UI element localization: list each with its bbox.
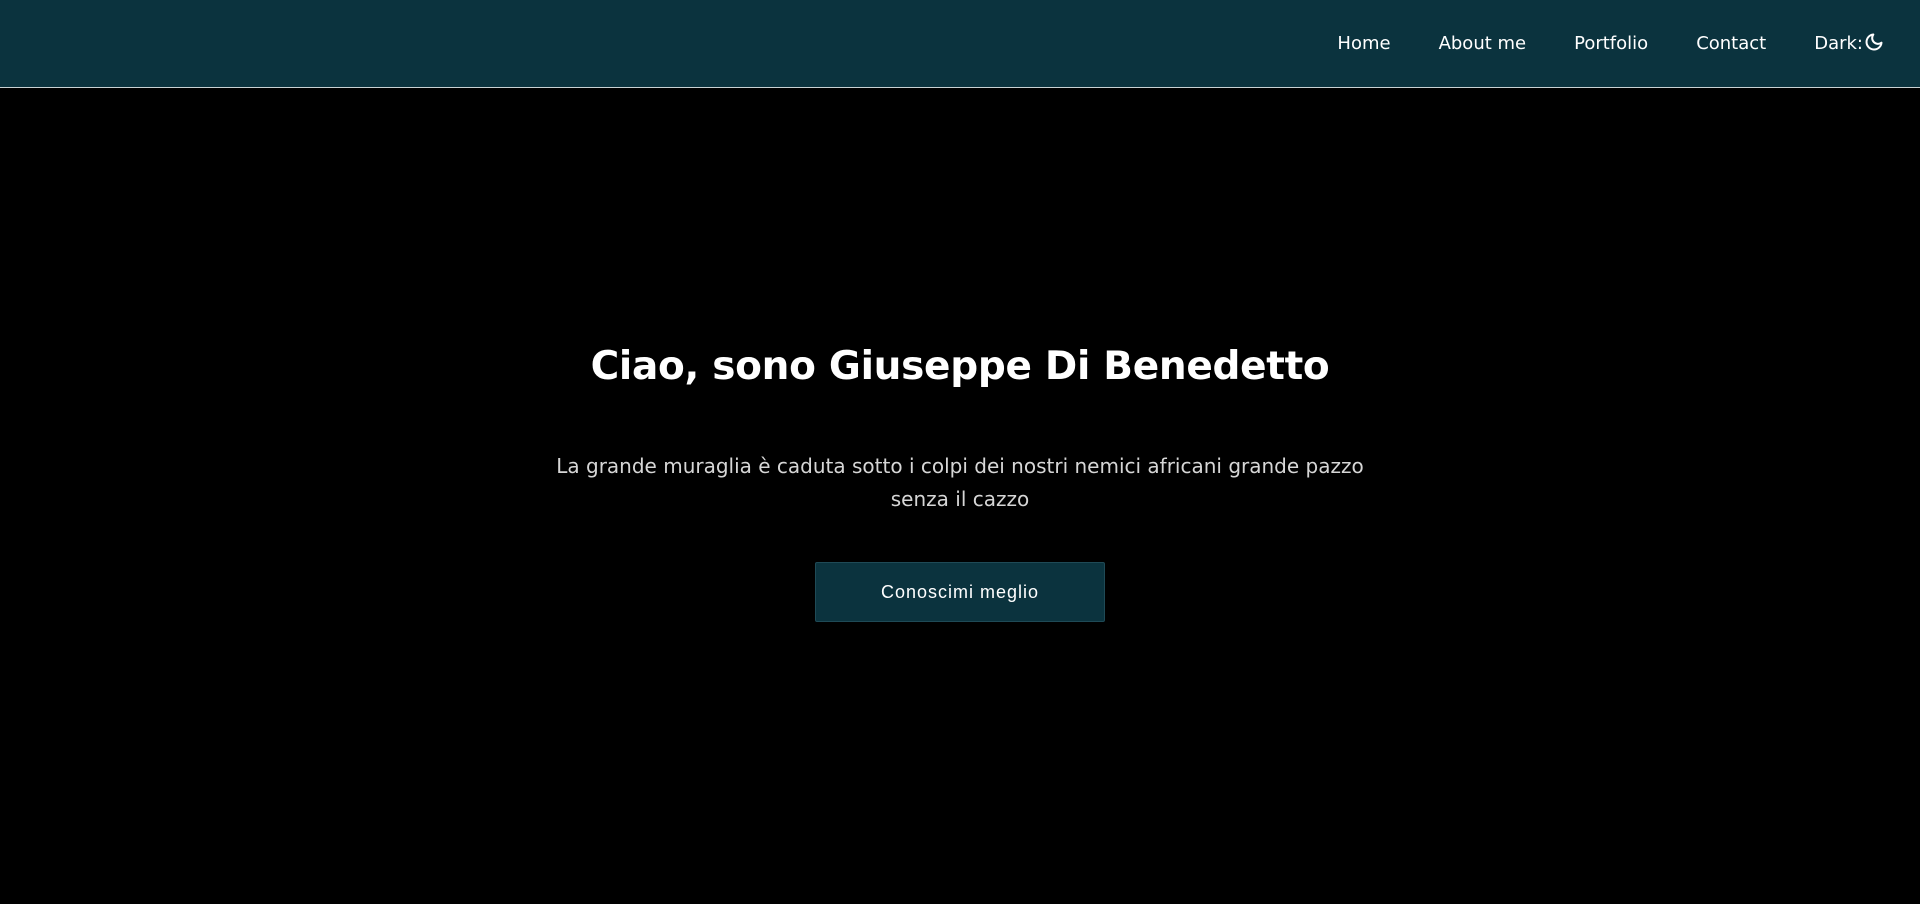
- know-me-better-button[interactable]: Conoscimi meglio: [815, 562, 1105, 622]
- nav-home-link[interactable]: Home: [1337, 34, 1390, 53]
- hero-title: Ciao, sono Giuseppe Di Benedetto: [590, 344, 1330, 389]
- dark-mode-toggle[interactable]: Dark:: [1814, 32, 1884, 54]
- nav-contact-link[interactable]: Contact: [1696, 34, 1766, 53]
- moon-icon: [1863, 33, 1884, 52]
- hero-section: Ciao, sono Giuseppe Di Benedetto La gran…: [0, 88, 1920, 904]
- navbar: Home About me Portfolio Contact Dark:: [0, 0, 1920, 88]
- nav-portfolio-link[interactable]: Portfolio: [1574, 34, 1648, 53]
- nav-links: Home About me Portfolio Contact Dark:: [1337, 32, 1884, 54]
- nav-about-link[interactable]: About me: [1439, 34, 1527, 53]
- hero-subtitle: La grande muraglia è caduta sotto i colp…: [556, 454, 1364, 511]
- dark-mode-label: Dark:: [1814, 32, 1863, 54]
